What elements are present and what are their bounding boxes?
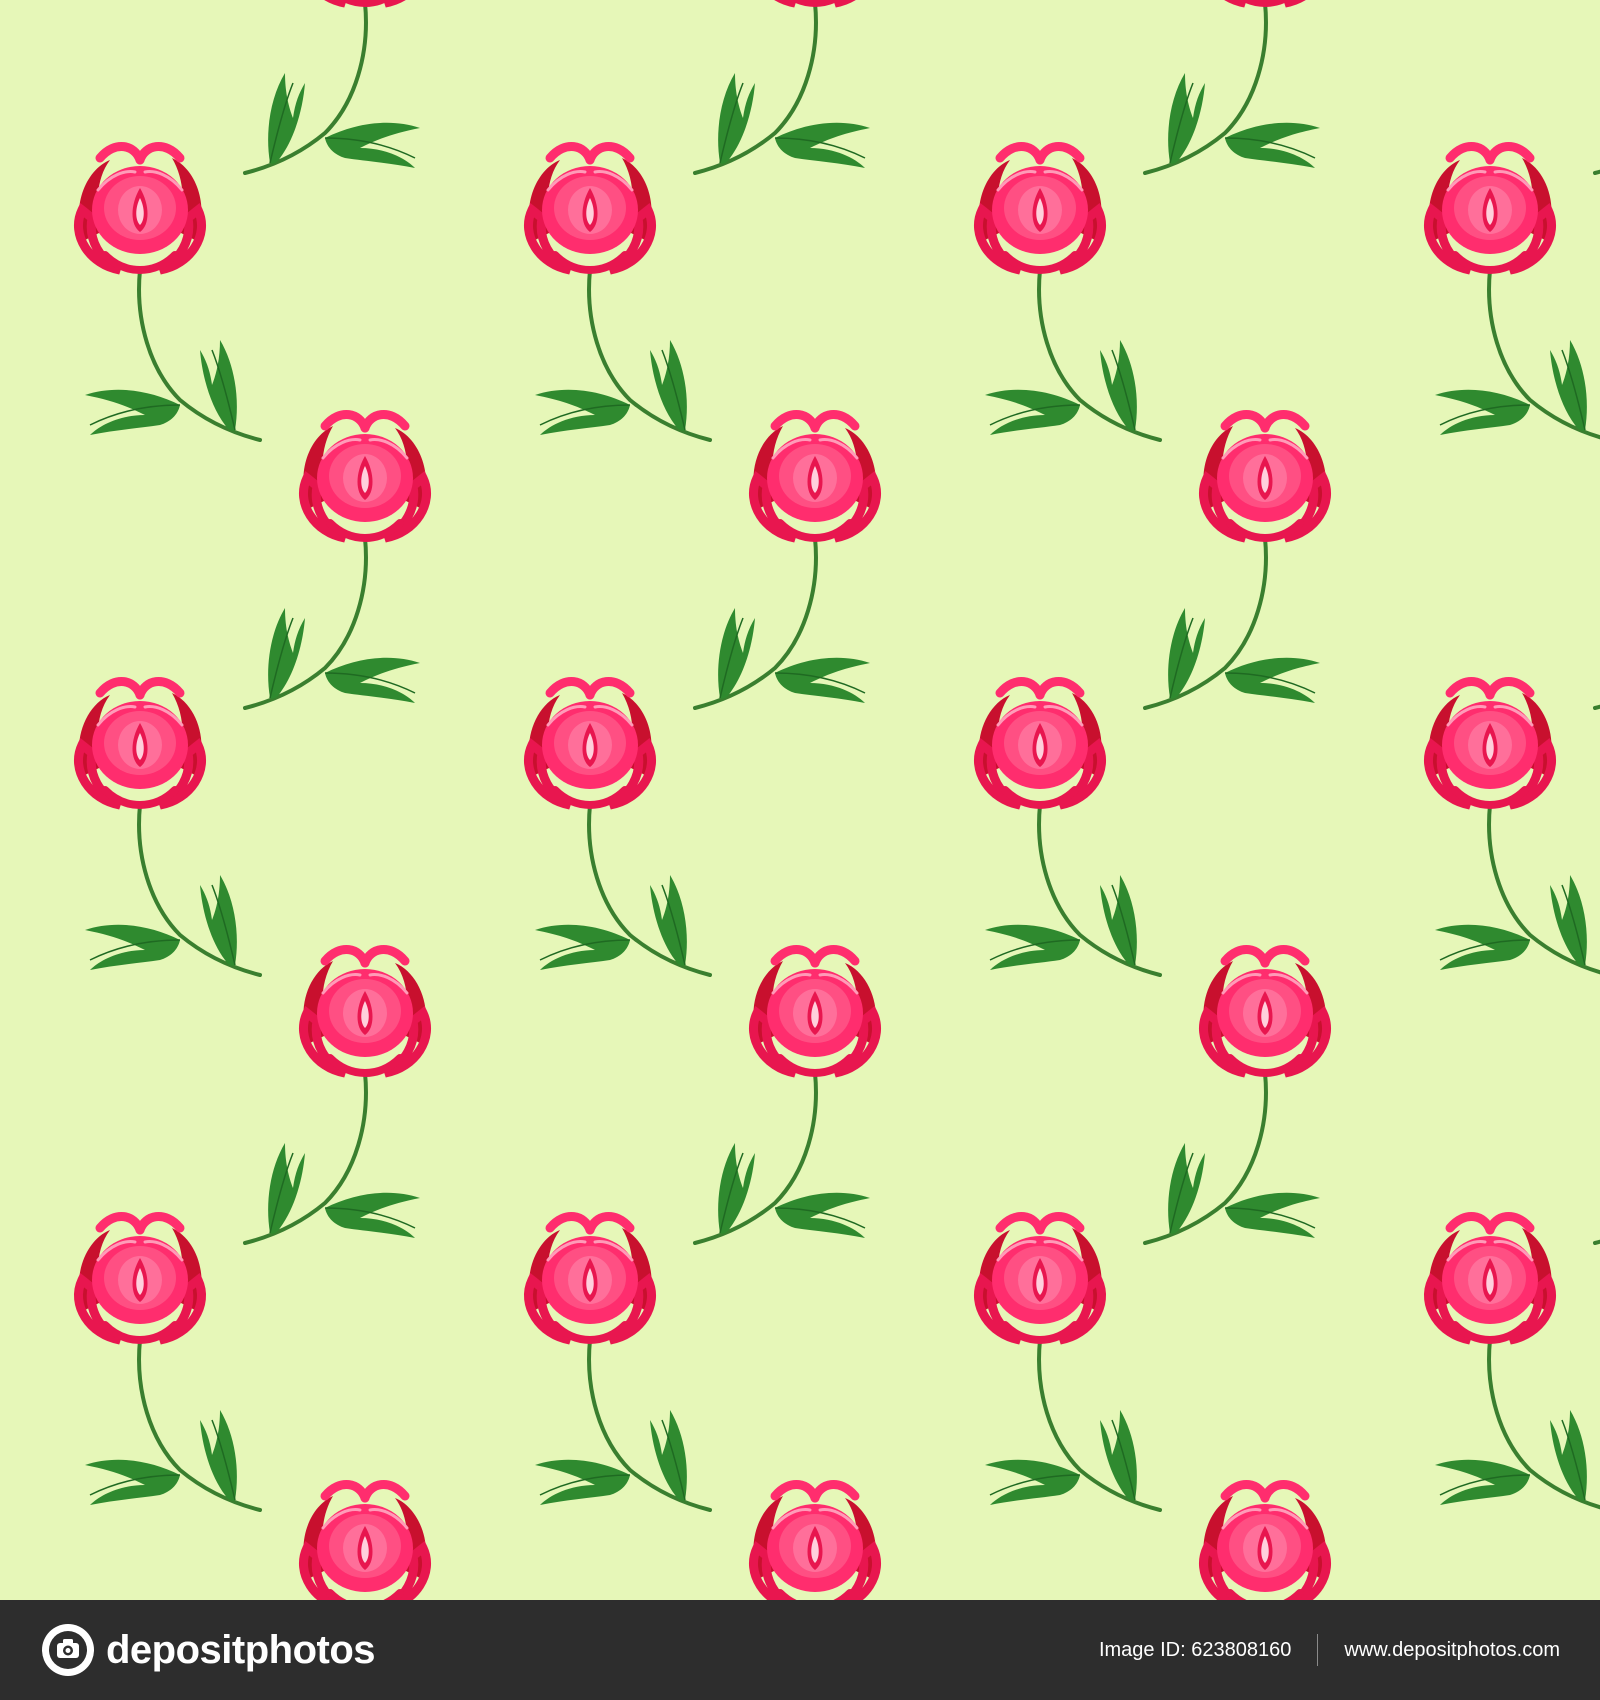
pattern-background xyxy=(0,0,1600,1600)
floral-pattern-image xyxy=(0,0,1600,1600)
meta-divider xyxy=(1317,1634,1319,1666)
watermark-footer: depositphotos Image ID: 623808160 www.de… xyxy=(0,1600,1600,1700)
image-meta: Image ID: 623808160 www.depositphotos.co… xyxy=(1099,1634,1560,1666)
brand-name: depositphotos xyxy=(106,1628,376,1672)
stock-image-page: depositphotos Image ID: 623808160 www.de… xyxy=(0,0,1600,1700)
image-id: Image ID: 623808160 xyxy=(1098,1638,1292,1661)
pattern-svg xyxy=(0,0,1600,1600)
depositphotos-logo-icon xyxy=(42,1624,94,1676)
site-url: www.depositphotos.com xyxy=(1344,1638,1560,1661)
brand-lockup: depositphotos xyxy=(40,1622,376,1678)
